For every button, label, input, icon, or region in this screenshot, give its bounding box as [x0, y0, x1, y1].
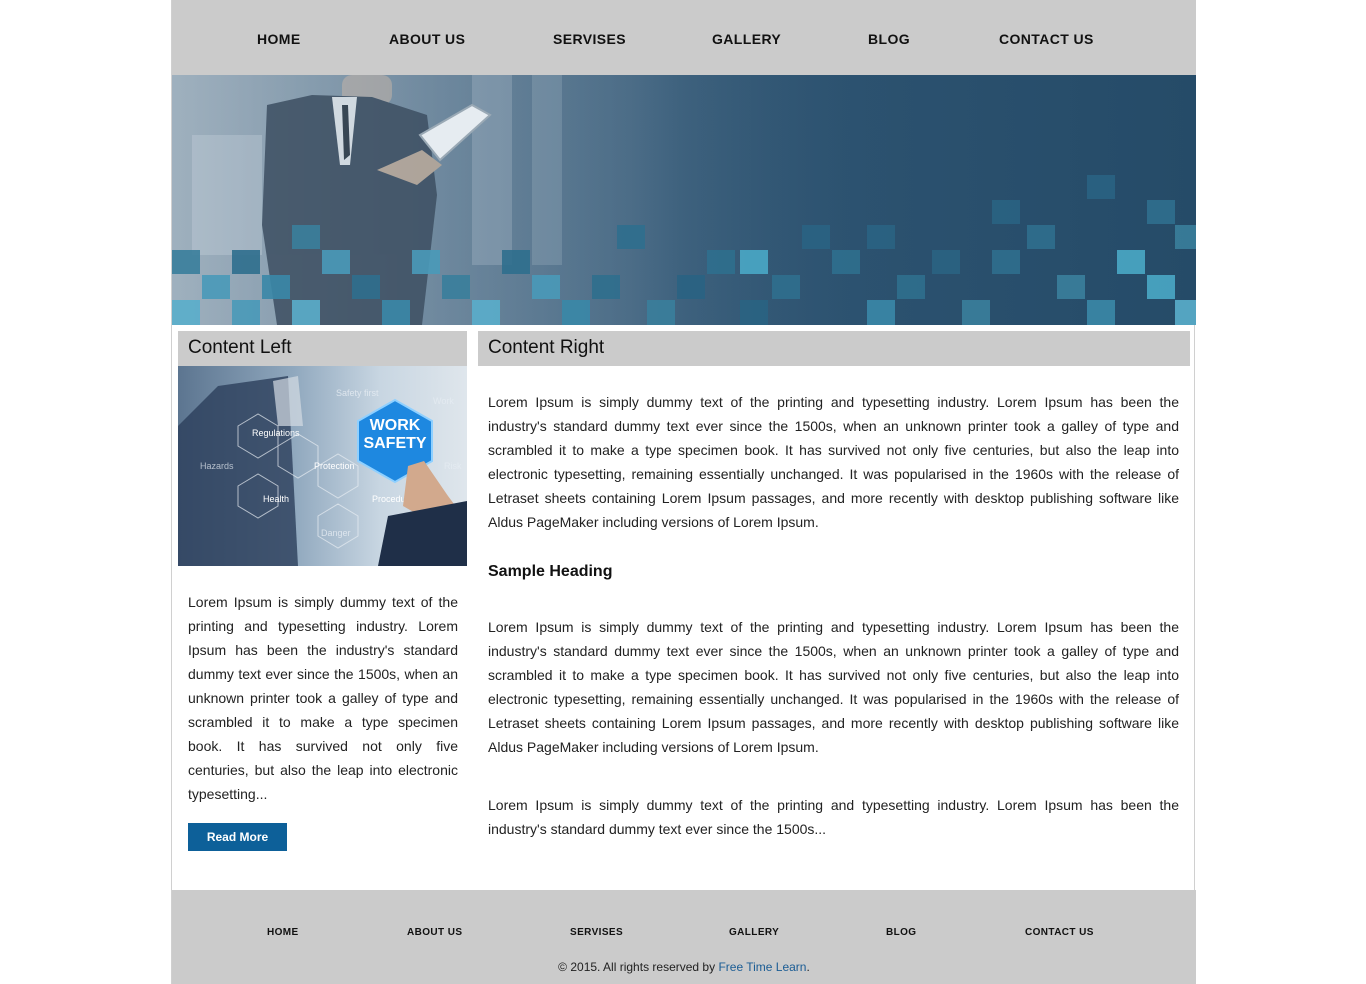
content-left-column: Content Left WORK SAFETY Safety first Re…	[178, 331, 467, 851]
content-right-paragraph-3: Lorem Ipsum is simply dummy text of the …	[488, 797, 1179, 837]
svg-text:Regulations: Regulations	[252, 428, 300, 438]
nav-services-link[interactable]: SERVISES	[553, 31, 626, 47]
svg-text:Hazards: Hazards	[200, 461, 234, 471]
svg-text:WORK: WORK	[370, 417, 421, 434]
read-more-button[interactable]: Read More	[188, 823, 287, 851]
svg-text:Work: Work	[433, 396, 454, 406]
content-right-column: Content Right Lorem Ipsum is simply dumm…	[478, 331, 1190, 837]
svg-text:Danger: Danger	[321, 528, 351, 538]
content-right-paragraph-2: Lorem Ipsum is simply dummy text of the …	[488, 619, 1179, 755]
sample-heading: Sample Heading	[488, 563, 613, 580]
work-safety-illustration: WORK SAFETY Safety first Regulations Wor…	[178, 376, 467, 566]
work-safety-image: WORK SAFETY Safety first Regulations Wor…	[178, 366, 467, 566]
footer-contact-link[interactable]: CONTACT US	[1025, 927, 1094, 938]
content-right-title: Content Right	[478, 331, 1190, 366]
nav-about-link[interactable]: ABOUT US	[389, 31, 465, 47]
svg-text:Protection: Protection	[314, 461, 355, 471]
svg-text:Health: Health	[263, 494, 289, 504]
svg-text:SAFETY: SAFETY	[363, 435, 426, 452]
top-navigation: HOME ABOUT US SERVISES GALLERY BLOG CONT…	[172, 0, 1196, 75]
content-right-paragraph-1: Lorem Ipsum is simply dummy text of the …	[488, 394, 1179, 530]
nav-gallery-link[interactable]: GALLERY	[712, 31, 781, 47]
footer-home-link[interactable]: HOME	[267, 927, 299, 938]
copyright-prefix: © 2015. All rights reserved by	[558, 960, 716, 974]
svg-text:Risk: Risk	[444, 461, 462, 471]
footer-blog-link[interactable]: BLOG	[886, 927, 917, 938]
nav-home-link[interactable]: HOME	[257, 31, 301, 47]
footer: HOME ABOUT US SERVISES GALLERY BLOG CONT…	[172, 890, 1196, 984]
page-container: HOME ABOUT US SERVISES GALLERY BLOG CONT…	[171, 0, 1196, 984]
banner-illustration	[172, 75, 1196, 325]
copyright-suffix: .	[806, 960, 810, 974]
nav-contact-link[interactable]: CONTACT US	[999, 31, 1094, 47]
footer-about-link[interactable]: ABOUT US	[407, 927, 462, 938]
content-left-text: Lorem Ipsum is simply dummy text of the …	[188, 594, 458, 802]
footer-services-link[interactable]: SERVISES	[570, 927, 623, 938]
nav-blog-link[interactable]: BLOG	[868, 31, 910, 47]
footer-gallery-link[interactable]: GALLERY	[729, 927, 779, 938]
copyright-link[interactable]: Free Time Learn	[718, 960, 806, 974]
svg-text:Safety first: Safety first	[336, 388, 379, 398]
content-left-title: Content Left	[178, 331, 467, 366]
copyright-text: © 2015. All rights reserved by Free Time…	[172, 960, 1196, 974]
hero-banner	[172, 75, 1196, 325]
